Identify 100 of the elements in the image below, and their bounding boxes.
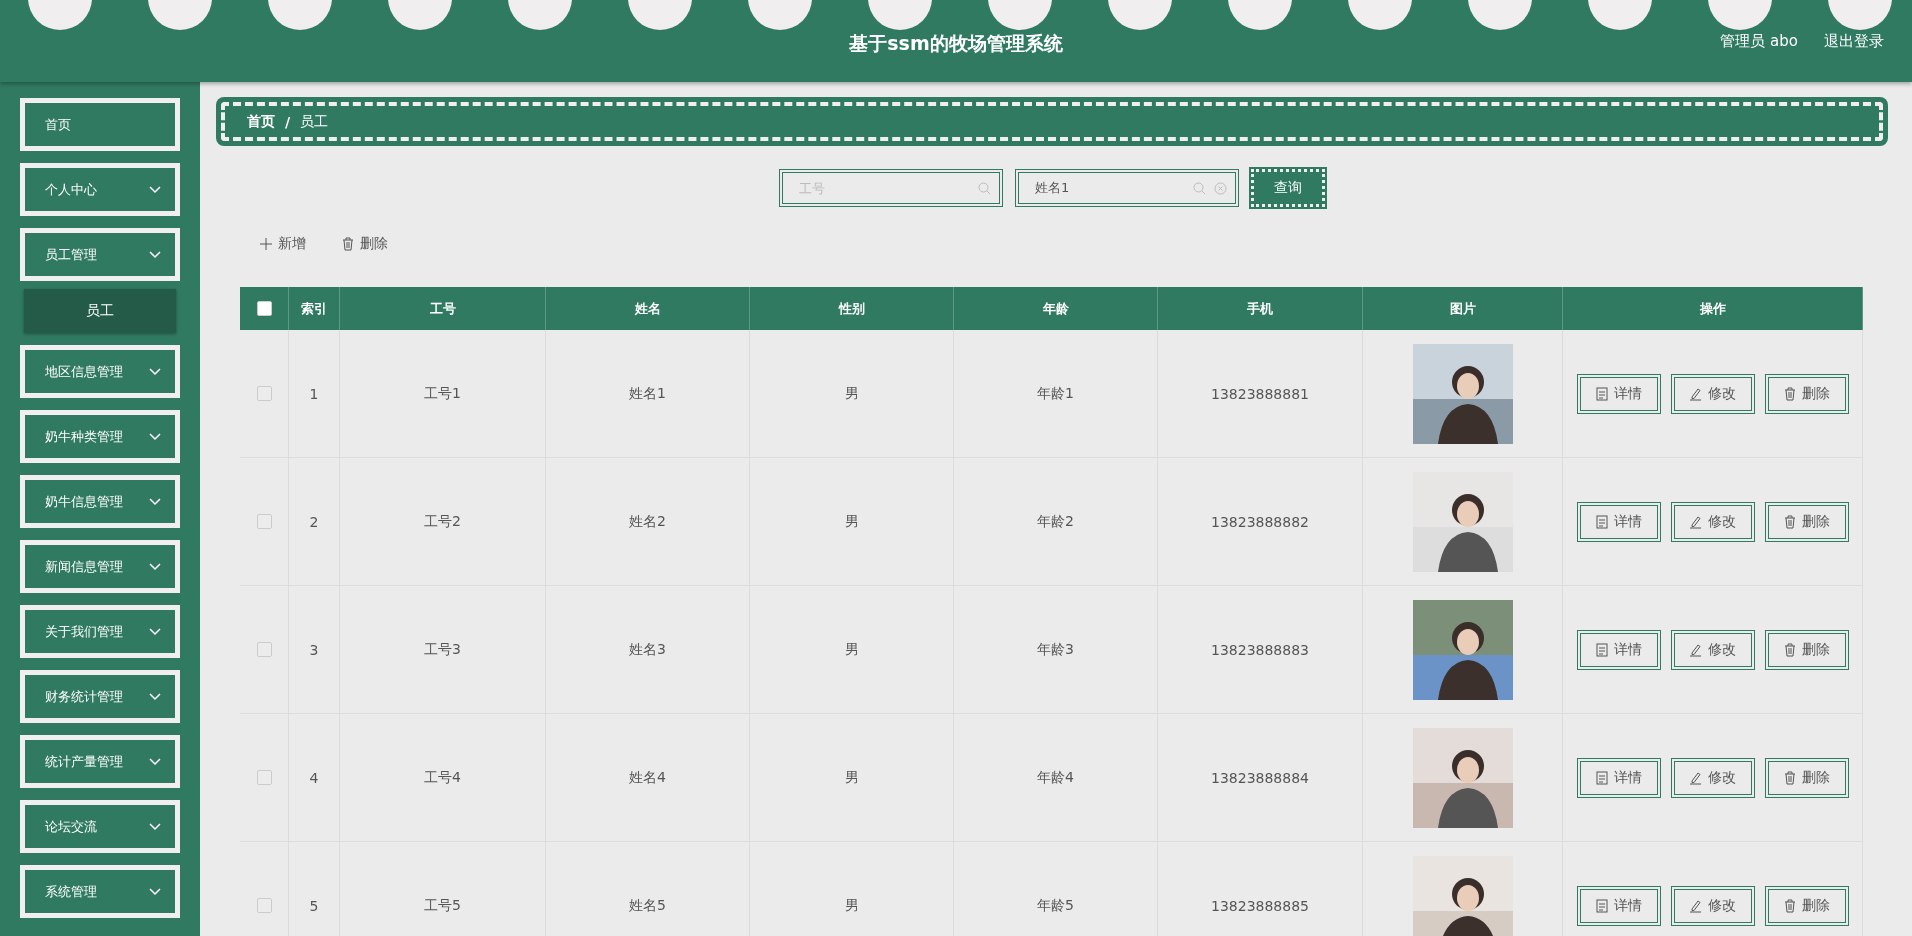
details-button[interactable]: 详情 xyxy=(1576,501,1661,542)
edit-button[interactable]: 修改 xyxy=(1670,373,1755,414)
user-name: 管理员 abo xyxy=(1720,32,1798,51)
table-cell: 姓名5 xyxy=(629,896,666,915)
chevron-down-icon xyxy=(149,887,161,896)
row-checkbox[interactable] xyxy=(256,770,272,785)
search-field[interactable]: 姓名1 xyxy=(1015,169,1239,207)
table-cell: 男 xyxy=(844,896,859,915)
sidebar-item[interactable]: 系统管理 xyxy=(20,865,180,918)
details-button[interactable]: 详情 xyxy=(1576,885,1661,926)
sidebar-item[interactable]: 员工管理 xyxy=(20,228,180,281)
trash-icon xyxy=(1783,514,1796,529)
delete-button[interactable]: 删除 xyxy=(1764,373,1849,414)
pencil-icon xyxy=(1689,898,1702,913)
row-checkbox[interactable] xyxy=(256,386,272,401)
sidebar-item[interactable]: 统计产量管理 xyxy=(20,735,180,788)
chevron-down-icon xyxy=(149,497,161,506)
sidebar-item[interactable]: 关于我们管理 xyxy=(20,605,180,658)
chevron-down-icon xyxy=(149,185,161,194)
table-cell: 13823888881 xyxy=(1211,385,1309,402)
search-icon xyxy=(978,181,991,195)
table-cell: 男 xyxy=(844,768,859,787)
sidebar-item[interactable]: 个人中心 xyxy=(20,163,180,216)
table-cell: 3 xyxy=(309,641,319,658)
table-cell: 年龄2 xyxy=(1037,512,1074,531)
edit-button[interactable]: 修改 xyxy=(1670,757,1755,798)
trash-icon xyxy=(342,237,354,251)
delete-button[interactable]: 删除 xyxy=(1764,629,1849,670)
row-checkbox[interactable] xyxy=(256,642,272,657)
search-input[interactable]: 姓名1 xyxy=(1033,179,1193,197)
column-header: 图片 xyxy=(1363,287,1563,330)
table-cell: 年龄1 xyxy=(1037,384,1074,403)
delete-button[interactable]: 删除 xyxy=(342,235,388,253)
chevron-down-icon xyxy=(149,822,161,831)
table-cell: 工号1 xyxy=(424,384,461,403)
table-cell: 4 xyxy=(309,769,319,786)
column-header: 性别 xyxy=(750,287,954,330)
delete-button[interactable]: 删除 xyxy=(1764,885,1849,926)
trash-icon xyxy=(1783,898,1796,913)
details-button[interactable]: 详情 xyxy=(1576,757,1661,798)
column-header: 年龄 xyxy=(954,287,1158,330)
app-title: 基于ssm的牧场管理系统 xyxy=(849,31,1063,56)
details-button[interactable]: 详情 xyxy=(1576,629,1661,670)
add-button[interactable]: 新增 xyxy=(260,235,306,253)
document-icon xyxy=(1595,386,1608,401)
table-cell: 男 xyxy=(844,512,859,531)
sidebar-item[interactable]: 论坛交流 xyxy=(20,800,180,853)
chevron-down-icon xyxy=(149,250,161,259)
chevron-down-icon xyxy=(149,692,161,701)
search-icon xyxy=(1193,181,1206,195)
trash-icon xyxy=(1783,386,1796,401)
chevron-down-icon xyxy=(149,757,161,766)
clear-icon[interactable] xyxy=(1214,181,1227,195)
table-cell: 年龄4 xyxy=(1037,768,1074,787)
sidebar-item[interactable]: 奶牛种类管理 xyxy=(20,410,180,463)
edit-button[interactable]: 修改 xyxy=(1670,501,1755,542)
chevron-down-icon xyxy=(149,627,161,636)
logout-link[interactable]: 退出登录 xyxy=(1824,32,1884,51)
sidebar-item[interactable]: 首页 xyxy=(20,98,180,151)
breadcrumb-link[interactable]: 首页 xyxy=(247,112,275,131)
document-icon xyxy=(1595,642,1608,657)
sidebar-item[interactable]: 奶牛信息管理 xyxy=(20,475,180,528)
document-icon xyxy=(1595,898,1608,913)
edit-button[interactable]: 修改 xyxy=(1670,885,1755,926)
delete-button[interactable]: 删除 xyxy=(1764,757,1849,798)
chevron-down-icon xyxy=(149,432,161,441)
table-cell: 2 xyxy=(309,513,319,530)
table-cell: 13823888884 xyxy=(1211,769,1309,786)
table-cell: 男 xyxy=(844,384,859,403)
plus-icon xyxy=(260,238,272,250)
document-icon xyxy=(1595,514,1608,529)
breadcrumb-separator: / xyxy=(285,113,291,130)
delete-button[interactable]: 删除 xyxy=(1764,501,1849,542)
sidebar-item[interactable]: 新闻信息管理 xyxy=(20,540,180,593)
sidebar-item[interactable]: 财务统计管理 xyxy=(20,670,180,723)
pencil-icon xyxy=(1689,642,1702,657)
column-header: 索引 xyxy=(289,287,340,330)
table-cell: 年龄5 xyxy=(1037,896,1074,915)
sidebar-item[interactable]: 地区信息管理 xyxy=(20,345,180,398)
table-cell: 男 xyxy=(844,640,859,659)
trash-icon xyxy=(1783,770,1796,785)
query-button[interactable]: 查询 xyxy=(1251,169,1325,207)
table-cell: 5 xyxy=(309,897,319,914)
table-cell: 1 xyxy=(309,385,319,402)
table-cell: 工号2 xyxy=(424,512,461,531)
table-cell: 13823888882 xyxy=(1211,513,1309,530)
table-cell: 姓名3 xyxy=(629,640,666,659)
pencil-icon xyxy=(1689,770,1702,785)
chevron-down-icon xyxy=(149,367,161,376)
sidebar-subitem[interactable]: 员工 xyxy=(24,289,176,333)
column-header: 姓名 xyxy=(546,287,750,330)
table-cell: 姓名2 xyxy=(629,512,666,531)
table-cell: 姓名1 xyxy=(629,384,666,403)
edit-button[interactable]: 修改 xyxy=(1670,629,1755,670)
row-checkbox[interactable] xyxy=(256,514,272,529)
trash-icon xyxy=(1783,642,1796,657)
table-cell: 姓名4 xyxy=(629,768,666,787)
details-button[interactable]: 详情 xyxy=(1576,373,1661,414)
select-all-checkbox[interactable] xyxy=(256,301,272,316)
row-checkbox[interactable] xyxy=(256,898,272,913)
